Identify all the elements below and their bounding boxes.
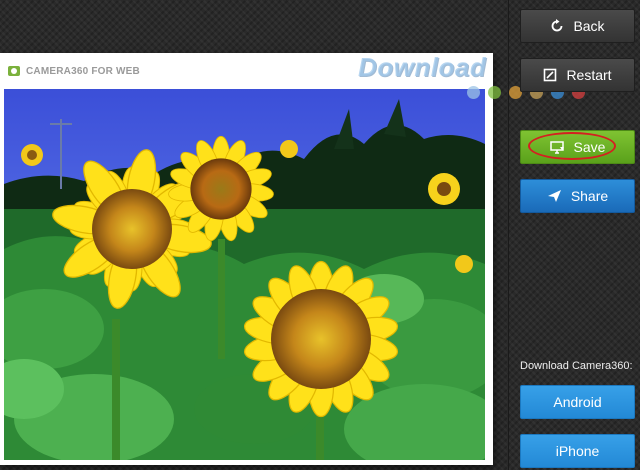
iphone-label: iPhone [555, 443, 600, 459]
sidebar-divider [508, 0, 509, 470]
save-monitor-icon [549, 140, 564, 154]
card-title: CAMERA360 FOR WEB [26, 65, 140, 77]
photo-card: CAMERA360 FOR WEB [0, 53, 493, 465]
restart-button[interactable]: Restart [520, 58, 635, 92]
crop-icon [544, 68, 557, 82]
back-button[interactable]: Back [520, 9, 635, 43]
share-label: Share [570, 188, 609, 204]
sunflower-photo [4, 89, 485, 460]
android-download-button[interactable]: Android [520, 385, 635, 419]
card-header: CAMERA360 FOR WEB [8, 63, 140, 79]
send-icon [547, 190, 561, 202]
restart-label: Restart [566, 67, 612, 83]
refresh-icon [552, 19, 563, 32]
back-label: Back [573, 18, 605, 34]
camera-icon [8, 66, 20, 76]
watermark-dot [467, 86, 480, 99]
watermark: Download [358, 52, 487, 82]
iphone-download-button[interactable]: iPhone [520, 434, 635, 468]
download-heading: Download Camera360: [520, 360, 633, 372]
save-button[interactable]: Save [520, 130, 635, 164]
share-button[interactable]: Share [520, 179, 635, 213]
android-label: Android [553, 394, 602, 410]
save-label: Save [573, 139, 606, 155]
watermark-dot [488, 86, 501, 99]
